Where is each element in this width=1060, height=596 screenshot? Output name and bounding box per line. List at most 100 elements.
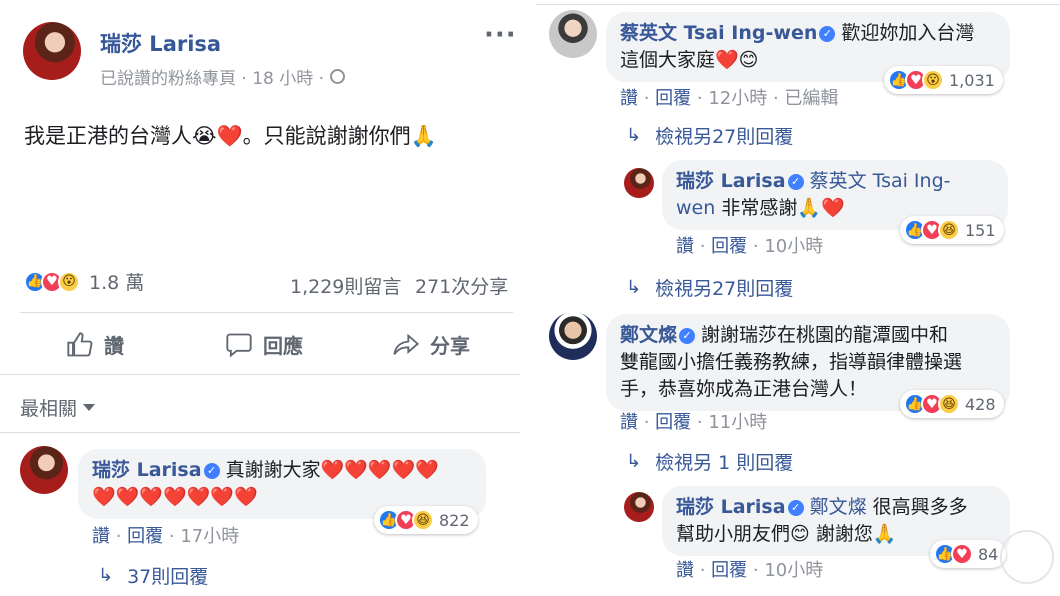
share-arrow-icon: [393, 333, 420, 355]
reaction-count: 822: [439, 510, 470, 530]
like-button[interactable]: 讚: [66, 330, 124, 359]
comment-reply-link[interactable]: 回覆: [127, 526, 163, 547]
comment-text: 真謝謝大家❤️❤️❤️❤️❤️: [225, 459, 439, 481]
view-replies-link[interactable]: ↳ 檢視另 1 則回覆: [626, 448, 793, 475]
comment-line: 鄭文燦 ✓ 謝謝瑞莎在桃園的龍潭國中和: [620, 322, 996, 349]
comment-text: 非常感謝🙏❤️: [721, 197, 845, 219]
comment-reply-link[interactable]: 回覆: [655, 412, 691, 433]
comment-mention[interactable]: 鄭文燦: [810, 496, 867, 518]
comment-actions: 讚 · 回覆 · 17小時: [92, 526, 240, 547]
comment-reply-link[interactable]: 回覆: [711, 560, 747, 581]
comment-actions: 讚 · 回覆 · 10小時: [676, 560, 824, 581]
comment-time[interactable]: 10小時: [764, 236, 823, 257]
view-replies-text: 檢視另 1 則回覆: [655, 452, 794, 474]
reply-arrow-icon: ↳: [626, 451, 642, 472]
comment-time[interactable]: 10小時: [764, 560, 823, 581]
comment-line: 蔡英文 Tsai Ing-wen ✓ 歡迎妳加入台灣: [620, 20, 996, 47]
comment-actions: 讚 · 回覆 · 12小時 · 已編輯: [620, 88, 839, 109]
comment-mention-cont[interactable]: wen: [676, 197, 715, 219]
comment-line: 瑞莎 Larisa ✓ 真謝謝大家❤️❤️❤️❤️❤️: [92, 457, 472, 484]
commenter-avatar[interactable]: [624, 492, 654, 522]
shares-count[interactable]: 271次分享: [415, 272, 508, 299]
divider: [20, 312, 513, 313]
author-avatar[interactable]: [23, 22, 81, 80]
comment-like-link[interactable]: 讚: [92, 526, 110, 547]
comment-like-link[interactable]: 讚: [676, 236, 694, 257]
comments-count[interactable]: 1,229則留言: [290, 272, 401, 299]
comment-text: 歡迎妳加入台灣: [841, 22, 975, 44]
comment-like-link[interactable]: 讚: [620, 412, 638, 433]
share-button[interactable]: 分享: [392, 330, 470, 359]
comment-reactions[interactable]: 👍 ♥ 84: [930, 540, 1007, 568]
comment-text-line2: 雙龍國小擔任義務教練，指導韻律體操選: [620, 351, 963, 373]
comment-time[interactable]: 11小時: [708, 412, 767, 433]
reply-arrow-icon: ↳: [626, 277, 642, 298]
comment-button[interactable]: 回應: [225, 330, 303, 359]
divider: [0, 374, 520, 375]
commenter-avatar[interactable]: [549, 10, 597, 58]
like-label: 讚: [104, 334, 124, 358]
share-label: 分享: [430, 334, 470, 358]
comment-reactions[interactable]: 👍 ♥ 😆 822: [374, 506, 478, 534]
comment-text: 謝謝瑞莎在桃園的龍潭國中和: [701, 324, 949, 346]
comment-like-link[interactable]: 讚: [620, 88, 638, 109]
reply-arrow-icon: ↳: [626, 125, 642, 146]
reaction-count: 151: [965, 220, 996, 240]
reaction-count: 1.8 萬: [89, 272, 145, 294]
globe-icon: [330, 69, 346, 84]
thumbs-up-icon: [67, 331, 93, 356]
commenter-avatar[interactable]: [624, 168, 654, 198]
view-replies-link[interactable]: ↳ 檢視另27則回覆: [626, 122, 793, 149]
comment-reactions[interactable]: 👍 ♥ 😮 1,031: [884, 66, 1003, 94]
comment-line: 瑞莎 Larisa ✓ 鄭文燦 很高興多多: [676, 494, 996, 521]
comment-author[interactable]: 鄭文燦: [620, 324, 677, 346]
comment-author[interactable]: 瑞莎 Larisa: [92, 459, 202, 481]
post-text: 我是正港的台灣人😭❤️。只能說謝謝你們🙏: [24, 124, 437, 148]
verified-badge-icon: ✓: [787, 173, 804, 190]
comment-author[interactable]: 蔡英文 Tsai Ing-wen: [620, 22, 817, 44]
comment-reply-link[interactable]: 回覆: [711, 236, 747, 257]
comment-reactions[interactable]: 👍 ♥ 😆 151: [900, 216, 1004, 244]
reply-arrow-icon: ↳: [98, 565, 114, 586]
reaction-count: 1,031: [949, 70, 995, 90]
love-reaction-icon: ♥: [951, 543, 973, 565]
watermark-logo: [1000, 530, 1054, 584]
chevron-down-icon: [83, 404, 96, 411]
comment-time[interactable]: 17小時: [180, 526, 239, 547]
commenter-avatar[interactable]: [20, 446, 68, 494]
verified-badge-icon: ✓: [679, 327, 696, 344]
verified-badge-icon: ✓: [787, 499, 804, 516]
view-replies-link[interactable]: ↳ 37則回覆: [98, 562, 208, 589]
comment-actions: 讚 · 回覆 · 11小時: [620, 412, 768, 433]
speech-bubble-icon: [226, 333, 252, 357]
divider: [0, 432, 520, 433]
more-icon[interactable]: ···: [484, 20, 517, 50]
comment-mention[interactable]: 蔡英文 Tsai Ing-: [810, 170, 951, 192]
comment-line: 瑞莎 Larisa ✓ 蔡英文 Tsai Ing-: [676, 168, 994, 195]
view-replies-text: 檢視另27則回覆: [655, 278, 794, 300]
comment-author[interactable]: 瑞莎 Larisa: [676, 170, 786, 192]
haha-reaction-icon: 😆: [412, 509, 434, 531]
verified-badge-icon: ✓: [819, 25, 836, 42]
post-author-name[interactable]: 瑞莎 Larisa: [100, 28, 221, 58]
sort-label: 最相關: [20, 398, 78, 420]
wow-reaction-icon: 😮: [922, 69, 944, 91]
comment-reactions[interactable]: 👍 ♥ 😆 428: [900, 390, 1004, 418]
reaction-count: 84: [978, 544, 999, 564]
post-reactions[interactable]: 👍 ♥ 😮 1.8 萬: [24, 268, 144, 295]
haha-reaction-icon: 😆: [938, 393, 960, 415]
divider: [536, 4, 1060, 5]
view-replies-text: 檢視另27則回覆: [655, 126, 794, 148]
comment-time[interactable]: 12小時: [708, 88, 767, 109]
comment-text: 很高興多多: [872, 496, 968, 518]
post-meta-text: 已說讚的粉絲專頁 · 18 小時 ·: [100, 69, 325, 89]
comment-reply-link[interactable]: 回覆: [655, 88, 691, 109]
commenter-avatar[interactable]: [549, 312, 597, 360]
comment-like-link[interactable]: 讚: [676, 560, 694, 581]
sort-dropdown[interactable]: 最相關: [20, 394, 96, 421]
view-replies-link[interactable]: ↳ 檢視另27則回覆: [626, 274, 793, 301]
post-meta: 已說讚的粉絲專頁 · 18 小時 ·: [100, 64, 346, 89]
comment-author[interactable]: 瑞莎 Larisa: [676, 496, 786, 518]
comment-label: 回應: [263, 334, 303, 358]
comment-edited[interactable]: 已編輯: [784, 88, 838, 109]
